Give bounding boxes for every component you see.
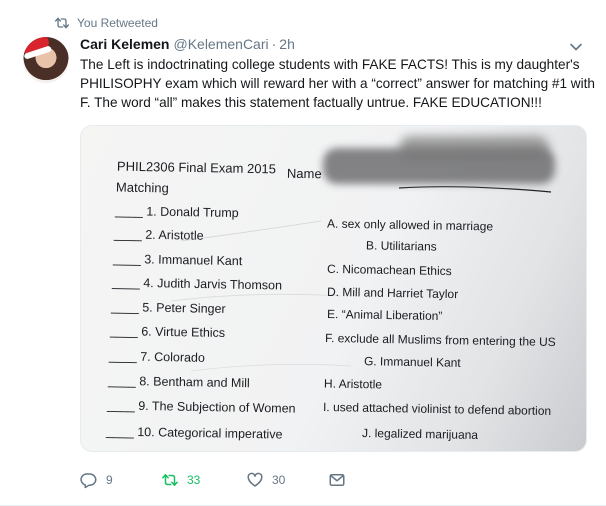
exam-left-item: ____ 5. Peter Singer <box>110 300 226 316</box>
exam-left-item: ____ 7. Colorado <box>108 349 206 365</box>
tweet-card[interactable]: You Retweeted Cari Kelemen @KelemenCari … <box>0 0 606 506</box>
like-button[interactable]: 30 <box>246 471 328 489</box>
exam-left-item: ____ 4. Judith Jarvis Thomson <box>111 275 283 293</box>
exam-right-item: H. Aristotle <box>323 376 383 392</box>
retweet-context-label: You Retweeted <box>77 16 158 30</box>
exam-right-item: B. Utilitarians <box>365 238 437 254</box>
retweet-button[interactable]: 33 <box>161 471 246 489</box>
chevron-down-icon[interactable] <box>569 40 583 54</box>
exam-right-item: J. legalized marijuana <box>361 425 479 443</box>
author-name[interactable]: Cari Kelemen <box>80 36 169 52</box>
exam-right-item: A. sex only allowed in marriage <box>326 216 494 234</box>
retweet-context: You Retweeted <box>54 15 158 31</box>
exam-left-item: ____ 2. Aristotle <box>113 227 204 243</box>
retweet-context-icon <box>55 17 69 29</box>
reply-button[interactable]: 9 <box>80 471 161 489</box>
exam-right-item: C. Nicomachean Ethics <box>326 261 452 279</box>
exam-left-item: ____ 6. Virtue Ethics <box>109 323 226 341</box>
exam-right-item: D. Mill and Harriet Taylor <box>326 284 459 302</box>
exam-left-item: ____ 3. Immanuel Kant <box>112 251 243 269</box>
author-avatar[interactable] <box>23 37 69 83</box>
santa-hat-graphic <box>23 37 52 58</box>
header-separator: · <box>271 36 277 52</box>
reply-icon <box>80 473 97 489</box>
retweet-icon <box>162 474 178 486</box>
exam-right-item: E. “Animal Liberation” <box>326 306 443 324</box>
tweet-text: The Left is indoctrinating college stude… <box>80 57 595 110</box>
like-count: 30 <box>272 473 286 487</box>
exam-section-label: Matching <box>115 179 169 196</box>
reply-count: 9 <box>106 473 113 487</box>
exam-name-label: Name <box>286 165 322 182</box>
exam-left-item: ____ 1. Donald Trump <box>114 203 239 221</box>
tweet-actions: 9 33 30 <box>80 470 354 490</box>
exam-heading: PHIL2306 Final Exam 2015 <box>116 158 277 177</box>
envelope-icon <box>329 474 345 486</box>
tweet-header: Cari Kelemen @KelemenCari · 2h <box>80 36 295 52</box>
retweet-count: 33 <box>187 473 201 487</box>
exam-right-item: G. Immanuel Kant <box>363 354 461 370</box>
heart-icon <box>247 472 263 487</box>
direct-message-button[interactable] <box>328 471 354 489</box>
author-handle[interactable]: @KelemenCari <box>173 36 268 52</box>
tweet-photo[interactable]: PHIL2306 Final Exam 2015 Name Matching _… <box>80 125 587 452</box>
redacted-name-blur-top <box>399 136 549 160</box>
tweet-timestamp[interactable]: 2h <box>279 36 295 52</box>
exam-left-item: ____ 8. Bentham and Mill <box>107 373 250 391</box>
